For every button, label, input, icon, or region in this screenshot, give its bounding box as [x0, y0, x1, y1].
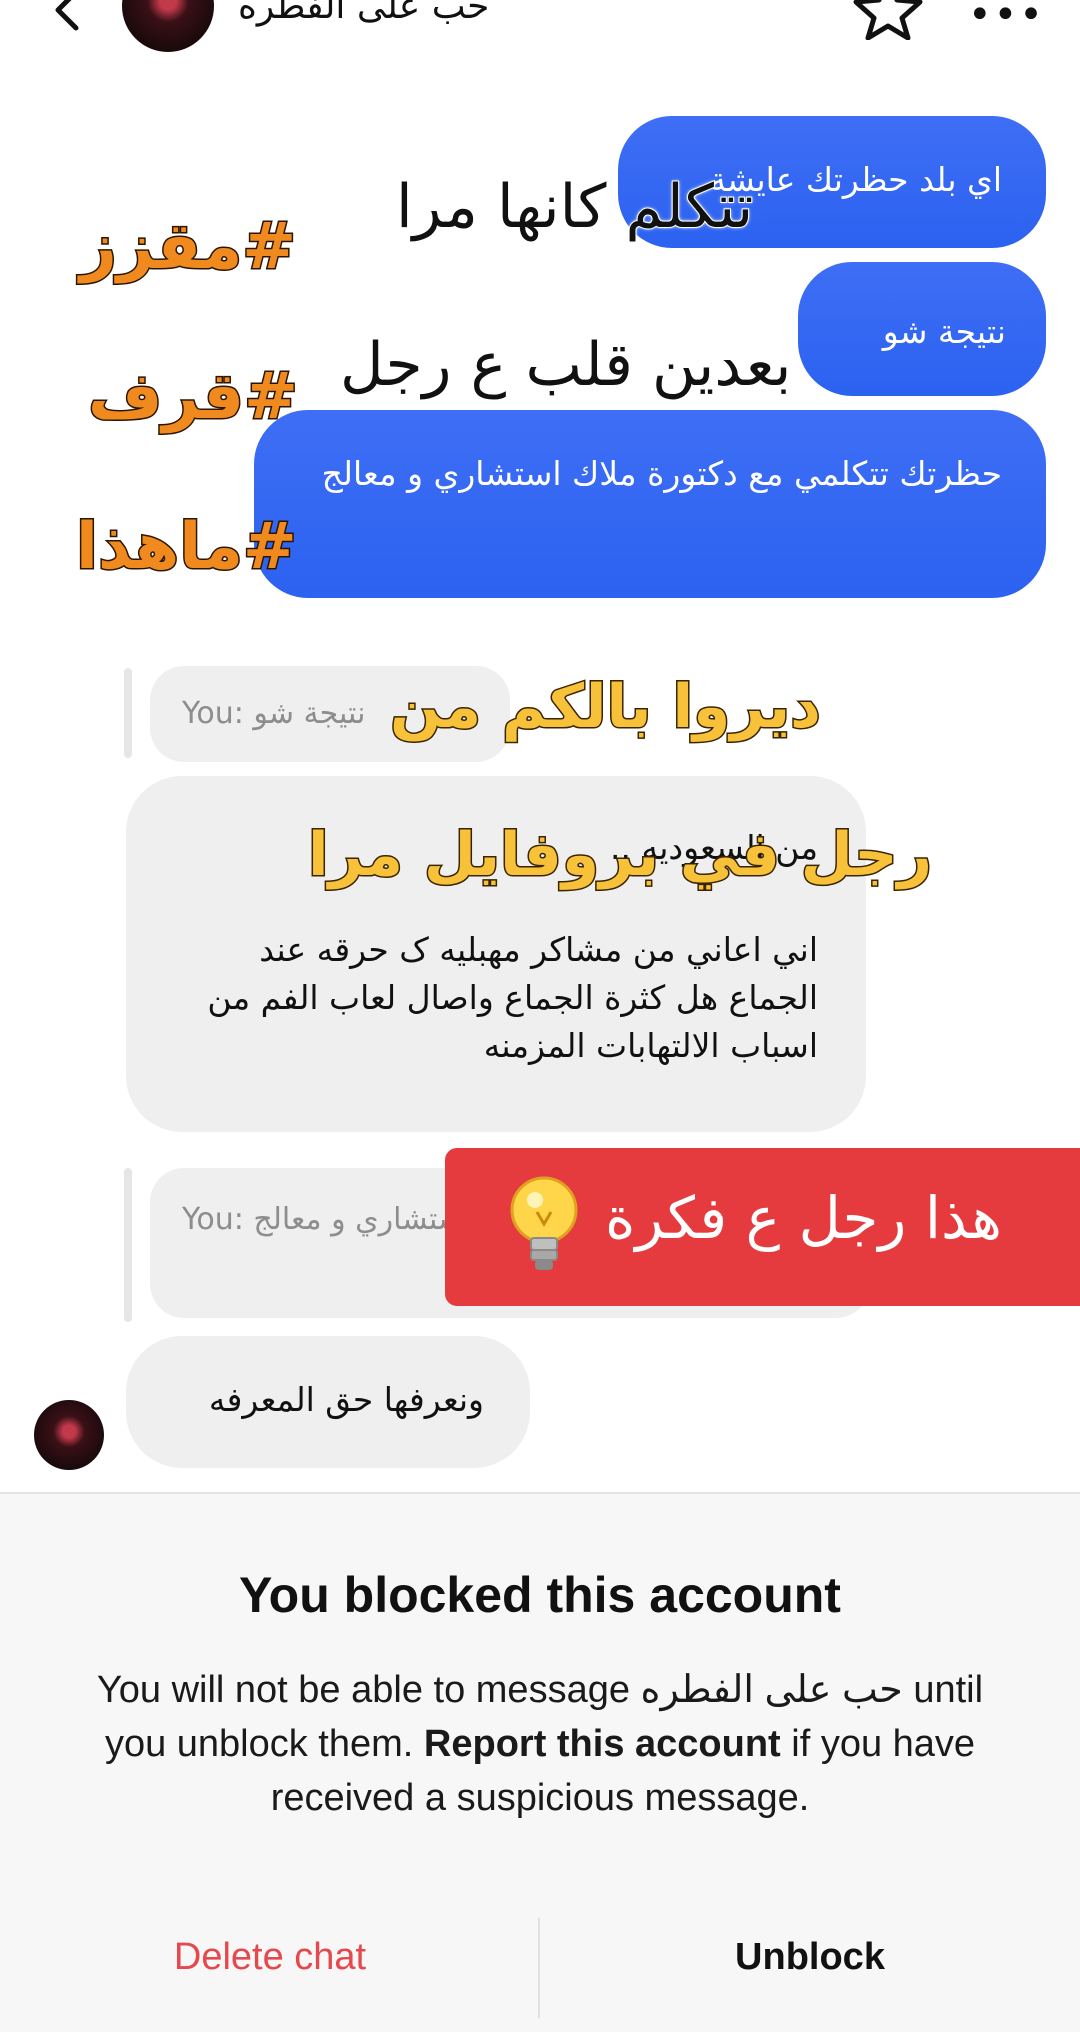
- delete-chat-button[interactable]: Delete chat: [60, 1936, 480, 1979]
- report-account-link[interactable]: Report this account: [424, 1723, 781, 1765]
- caption-overlay: بعدين قلب ع رجل: [339, 329, 792, 401]
- bulb-icon: [510, 1176, 578, 1270]
- caption-overlay: رجل في بروفايل مرا: [306, 819, 933, 892]
- hashtag-overlay: #ماهذا: [75, 509, 299, 586]
- chat-header: حب على الفطره •••: [0, 0, 1080, 60]
- sender-avatar[interactable]: [34, 1400, 104, 1470]
- idea-banner: هذا رجل ع فكرة: [445, 1148, 1080, 1306]
- incoming-message[interactable]: ونعرفها حق المعرفه: [126, 1336, 530, 1468]
- actions-divider: [538, 1918, 540, 2018]
- caption-overlay: ديروا بالكم من: [389, 671, 823, 744]
- banner-text: هذا رجل ع فكرة: [605, 1184, 1002, 1252]
- unblock-button[interactable]: Unblock: [600, 1936, 1020, 1979]
- reply-indicator: [124, 1168, 132, 1322]
- chat-title[interactable]: حب على الفطره: [238, 0, 489, 27]
- blocked-title: You blocked this account: [239, 1567, 841, 1623]
- star-icon[interactable]: [852, 0, 924, 40]
- outgoing-message[interactable]: نتيجة شو: [798, 262, 1046, 396]
- blocked-actions: Delete chat Unblock: [0, 1918, 1080, 2018]
- more-icon[interactable]: •••: [968, 0, 1045, 38]
- reply-indicator: [124, 668, 132, 758]
- hashtag-overlay: #مقزز: [79, 209, 298, 286]
- header-avatar[interactable]: [122, 0, 214, 52]
- hashtag-overlay: #قرف: [87, 359, 300, 436]
- incoming-message-body: اني اعاني من مشاكر مهبليه ک حرقه عند الج…: [207, 929, 818, 1065]
- blocked-description: You will not be able to message حب على ا…: [70, 1664, 1010, 1826]
- blocked-panel: You blocked this account You will not be…: [0, 1492, 1080, 2032]
- caption-overlay: تتكلم كانها مرا: [395, 171, 754, 243]
- outgoing-message[interactable]: حظرتك تتكلمي مع دكتورة ملاك استشاري و مع…: [254, 410, 1046, 598]
- blocked-account-name: حب على الفطره: [640, 1669, 903, 1711]
- back-icon[interactable]: [40, 0, 100, 42]
- blocked-desc-text: You will not be able to message: [96, 1669, 641, 1711]
